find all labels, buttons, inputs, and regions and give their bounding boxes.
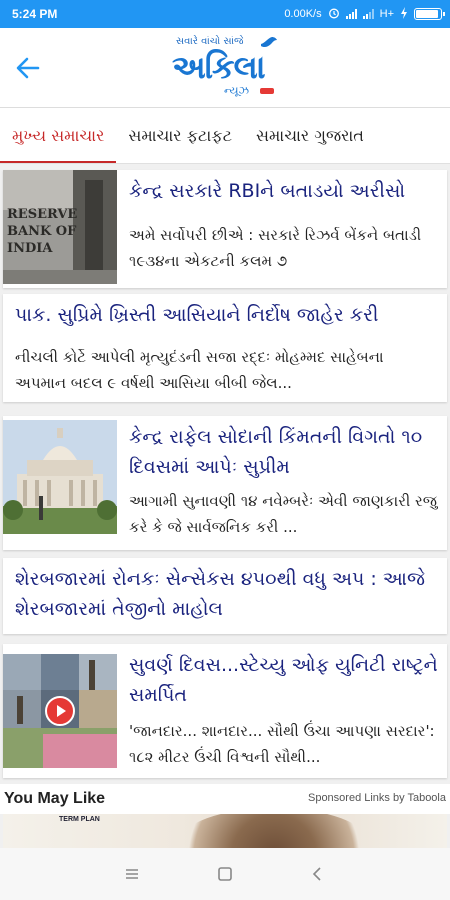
signal-icon (362, 9, 374, 19)
back-icon[interactable] (306, 862, 330, 886)
back-arrow-icon[interactable] (12, 52, 44, 84)
article-desc: આગામી સુનાવણી ૧૪ નવેમ્બરેઃ એવી જાણકારી ર… (129, 492, 437, 536)
charging-icon (400, 6, 408, 22)
rbi-sign-text: RESERVE BANK OF INDIA (7, 207, 78, 256)
news-feed[interactable]: RESERVE BANK OF INDIA કેન્દ્ર સરકારે RBI… (0, 166, 450, 782)
article-desc: 'જાનદાર... શાનદાર... સૌથી ઉંચા આપણા સરદા… (129, 722, 435, 766)
home-icon[interactable] (213, 862, 237, 886)
tab-news-quick[interactable]: સમાચાર ફટાફટ (116, 108, 244, 163)
news-card-statue-of-unity[interactable]: સુવર્ણ દિવસ...સ્ટેચ્યુ ઓફ યુનિટી રાષ્ટ્ર… (3, 644, 447, 778)
menu-icon[interactable] (120, 862, 144, 886)
article-title[interactable]: સુવર્ણ દિવસ...સ્ટેચ્યુ ઓફ યુનિટી રાષ્ટ્ર… (129, 650, 443, 710)
news-card-rafale[interactable]: કેન્દ્ર રાફેલ સોદાની કિંમતની વિગતો ૧૦ દિ… (3, 416, 447, 550)
news-card-asia-bibi[interactable]: પાક. સુપ્રિમે ખ્રિસ્તી આસિયાને નિર્દોષ જ… (3, 294, 447, 402)
tab-main-news[interactable]: મુખ્ય સમાચાર (0, 108, 117, 163)
alarm-icon (328, 7, 340, 22)
play-icon[interactable] (45, 696, 75, 726)
you-may-like-heading: You May Like (4, 790, 106, 807)
article-desc: નીચલી કોર્ટે આપેલી મૃત્યુદંડની સજા રદ્દઃ… (15, 348, 384, 392)
tab-news-gujarat[interactable]: સમાચાર ગુજરાત (244, 108, 376, 163)
article-title[interactable]: કેન્દ્ર રાફેલ સોદાની કિંમતની વિગતો ૧૦ દિ… (129, 422, 443, 482)
akila-logo: સવારે વાંચો સાંજે અકિલા ન્યૂઝ (168, 32, 288, 104)
rbi-thumbnail: RESERVE BANK OF INDIA (3, 170, 117, 284)
news-card-rbi[interactable]: RESERVE BANK OF INDIA કેન્દ્ર સરકારે RBI… (3, 170, 447, 288)
supreme-court-thumbnail (3, 420, 117, 534)
system-nav-bar (0, 848, 450, 900)
status-bar: 5:24 PM 0.00K/s H+ (0, 0, 450, 28)
status-icons: 0.00K/s H+ (284, 6, 445, 22)
news-card-sensex[interactable]: શેરબજારમાં રોનકઃ સેન્સેકસ ૪૫૦થી વધુ અપ :… (3, 558, 447, 634)
signal-icon (345, 9, 357, 19)
article-title[interactable]: શેરબજારમાં રોનકઃ સેન્સેકસ ૪૫૦થી વધુ અપ :… (15, 564, 443, 624)
battery-icon (414, 8, 445, 20)
network-speed: 0.00K/s (284, 8, 322, 20)
ad-photo (179, 814, 369, 848)
category-tabs: મુખ્ય સમાચાર સમાચાર ફટાફટ સમાચાર ગુજરાત (0, 108, 450, 164)
sponsored-links-label[interactable]: Sponsored Links by Taboola (308, 792, 446, 804)
you-may-like-header: You May Like Sponsored Links by Taboola (0, 784, 450, 814)
article-desc: અમે સર્વોપરી છીએ : સરકારે રિઝર્વ બેંકને … (129, 226, 422, 270)
statue-collage-thumbnail (3, 654, 117, 768)
status-time: 5:24 PM (12, 7, 58, 21)
article-title[interactable]: પાક. સુપ્રિમે ખ્રિસ્તી આસિયાને નિર્દોષ જ… (15, 300, 439, 330)
app-bar: સવારે વાંચો સાંજે અકિલા ન્યૂઝ (0, 28, 450, 108)
ad-text: TERM PLAN (59, 816, 100, 823)
article-title[interactable]: કેન્દ્ર સરકારે RBIને બતાડયો અરીસો (129, 176, 441, 206)
logo-red-badge (260, 88, 274, 94)
logo-sub: ન્યૂઝ (224, 84, 250, 97)
logo-name: અકિલા (172, 48, 266, 86)
logo-tagline: સવારે વાંચો સાંજે (176, 36, 244, 47)
hplus-icon: H+ (379, 8, 394, 20)
sponsored-ad-image[interactable]: TERM PLAN (3, 814, 447, 848)
